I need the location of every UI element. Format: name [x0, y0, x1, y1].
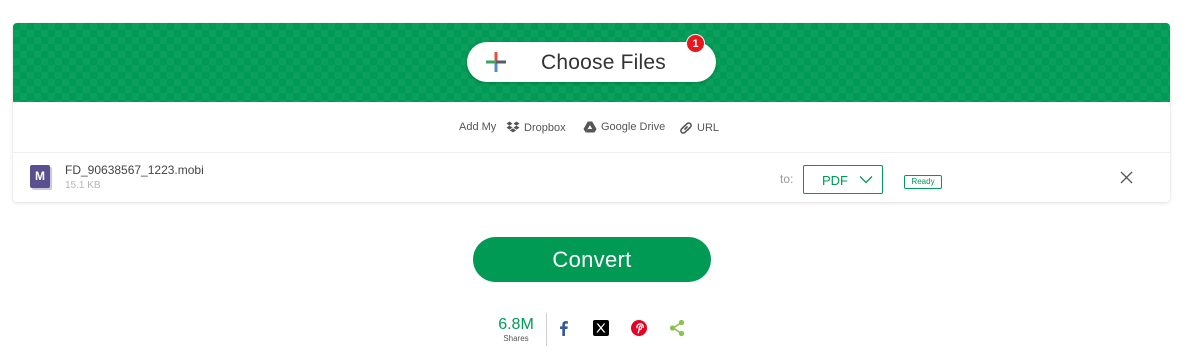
mobi-file-icon: M [30, 165, 50, 188]
google-drive-source-button[interactable]: Google Drive [583, 121, 665, 133]
plus-icon [486, 52, 506, 72]
output-format-select[interactable]: PDF [803, 165, 883, 194]
facebook-icon[interactable] [555, 319, 573, 337]
google-drive-label: Google Drive [601, 121, 666, 133]
file-size: 15.1 KB [65, 180, 101, 191]
upload-sources-bar: Add My Dropbox Google Drive URL [13, 102, 1170, 153]
chevron-down-icon [859, 176, 873, 184]
convert-button[interactable]: Convert [473, 237, 711, 282]
converter-card: Choose Files 1 Add My Dropbox Google Dri… [13, 23, 1170, 202]
url-source-button[interactable]: URL [679, 121, 719, 135]
share-count: 6.8M [498, 316, 534, 333]
file-row: M FD_90638567_1223.mobi 15.1 KB to: PDF … [13, 153, 1170, 202]
dropbox-icon [506, 121, 520, 133]
choose-files-button[interactable]: Choose Files 1 [467, 34, 716, 82]
file-name: FD_90638567_1223.mobi [65, 163, 204, 177]
output-format-value: PDF [822, 173, 848, 188]
choose-files-label: Choose Files [541, 51, 666, 74]
pinterest-icon[interactable] [630, 319, 648, 337]
link-icon [680, 122, 692, 134]
status-badge: Ready [904, 175, 942, 189]
file-count-badge: 1 [686, 34, 705, 53]
url-label: URL [697, 122, 720, 134]
shares-label: Shares [503, 334, 529, 343]
x-icon[interactable] [592, 319, 610, 337]
close-icon[interactable] [1120, 171, 1133, 184]
share-icon[interactable] [668, 319, 686, 337]
share-counter: 6.8M Shares [495, 316, 537, 343]
add-my-label: Add My [459, 121, 497, 133]
google-drive-icon [583, 121, 597, 133]
upload-dropzone[interactable]: Choose Files 1 [13, 23, 1170, 102]
dropbox-label: Dropbox [524, 121, 566, 134]
dropbox-source-button[interactable]: Dropbox [506, 121, 566, 134]
share-divider [546, 313, 547, 346]
to-label: to: [780, 172, 794, 186]
